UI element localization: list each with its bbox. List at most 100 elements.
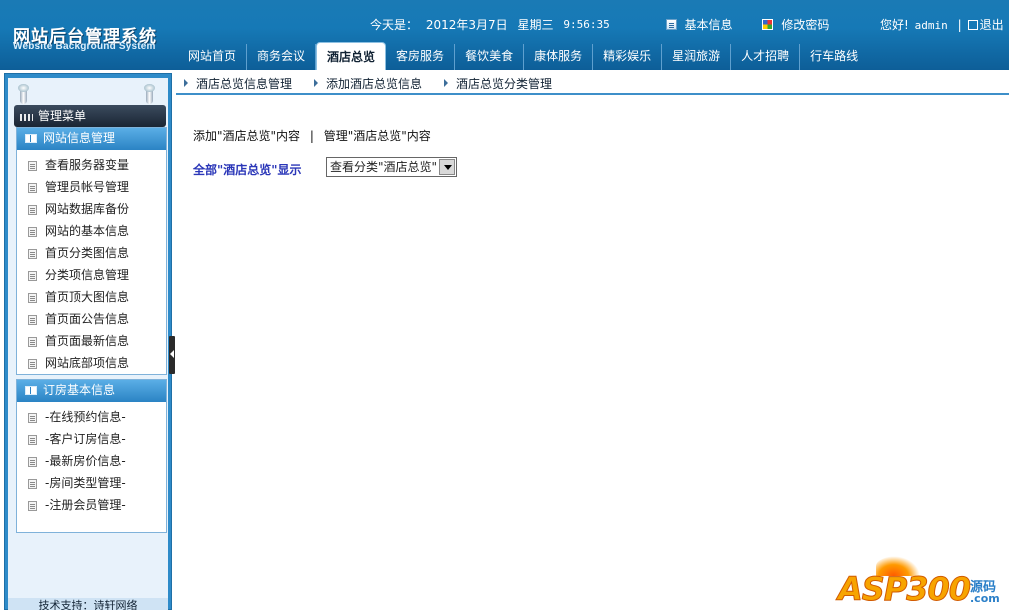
sidebar-item-label: -在线预约信息-	[45, 410, 126, 424]
sidebar-item-label: 分类项信息管理	[45, 268, 130, 282]
content-action-links: 添加"酒店总览"内容 | 管理"酒店总览"内容	[193, 127, 431, 144]
sidebar-item-site-basic-info[interactable]: 网站的基本信息	[17, 220, 166, 242]
basic-info-link[interactable]: 基本信息	[665, 17, 737, 32]
sidebar-item-label: 网站数据库备份	[45, 202, 130, 216]
page-icon	[28, 413, 37, 423]
sidebar-item-footer-info[interactable]: 网站底部项信息	[17, 352, 166, 374]
sidebar-toggle-handle[interactable]	[169, 336, 175, 374]
sidebar-item-label: 首页面最新信息	[45, 334, 130, 348]
page-icon	[28, 479, 37, 489]
watermark-logo: ASP300 源码 .com	[837, 556, 1008, 609]
clock-text: 9:56:35	[563, 18, 610, 31]
sidebar-item-members[interactable]: -注册会员管理-	[17, 494, 166, 516]
tab-home[interactable]: 网站首页	[178, 44, 248, 70]
user-greeting: 您好! admin | 退出	[880, 16, 1004, 33]
page-icon	[28, 183, 37, 193]
page-icon	[28, 359, 37, 369]
sidebar-item-customer-bookings[interactable]: -客户订房信息-	[17, 428, 166, 450]
sidebar-item-latest-info[interactable]: 首页面最新信息	[17, 330, 166, 352]
page-icon	[28, 315, 37, 325]
change-password-link[interactable]: 修改密码	[762, 17, 830, 32]
page-icon	[28, 337, 37, 347]
category-select[interactable]: 查看分类"酒店总览"	[326, 157, 457, 177]
sidebar-item-label: 网站的基本信息	[45, 224, 130, 238]
manage-content-link[interactable]: 管理"酒店总览"内容	[324, 129, 431, 143]
sidebar-item-label: -注册会员管理-	[45, 498, 126, 512]
sidebar-item-admin-accounts[interactable]: 管理员帐号管理	[17, 176, 166, 198]
page-icon	[28, 435, 37, 445]
group-title[interactable]: 网站信息管理	[17, 128, 166, 150]
change-password-label: 修改密码	[781, 18, 830, 32]
main-nav: 网站首页 商务会议 酒店总览 客房服务 餐饮美食 康体服务 精彩娱乐 星润旅游 …	[178, 42, 868, 70]
tab-dining[interactable]: 餐饮美食	[455, 44, 525, 70]
sidebar-panel: 管理菜单 网站信息管理 查看服务器变量 管理员帐号管理 网站数据库备份 网站的基…	[8, 78, 168, 610]
page-icon	[28, 249, 37, 259]
logout-button[interactable]: 退出	[962, 18, 1004, 32]
watermark-domain: .com	[970, 592, 1000, 605]
today-label: 今天是：	[370, 18, 419, 32]
grid-icon	[20, 111, 33, 121]
group-title-label: 网站信息管理	[43, 131, 116, 145]
tab-recruitment[interactable]: 人才招聘	[731, 44, 801, 70]
sidebar-item-label: 网站底部项信息	[45, 356, 130, 370]
tab-room-service[interactable]: 客房服务	[386, 44, 456, 70]
book-icon	[25, 386, 37, 395]
pin-icon	[144, 84, 155, 104]
sidebar-item-label: 首页面公告信息	[45, 312, 130, 326]
menu-header: 管理菜单	[14, 105, 166, 127]
page-icon	[28, 271, 37, 281]
menu-title: 管理菜单	[38, 109, 87, 123]
windows-icon	[762, 19, 774, 30]
sidebar-item-label: -最新房价信息-	[45, 454, 126, 468]
greeting-text: 您好	[880, 18, 905, 32]
group-booking-info: 订房基本信息 -在线预约信息- -客户订房信息- -最新房价信息- -房间类型管…	[16, 379, 167, 533]
sidebar-item-db-backup[interactable]: 网站数据库备份	[17, 198, 166, 220]
page-icon	[28, 501, 37, 511]
sidebar-item-label: 管理员帐号管理	[45, 180, 130, 194]
all-items-label: 全部"酒店总览"显示	[193, 163, 302, 177]
group-site-info: 网站信息管理 查看服务器变量 管理员帐号管理 网站数据库备份 网站的基本信息 首…	[16, 127, 167, 375]
sidebar-item-room-types[interactable]: -房间类型管理-	[17, 472, 166, 494]
sidebar-item-category-images[interactable]: 首页分类图信息	[17, 242, 166, 264]
sidebar-item-label: 首页分类图信息	[45, 246, 130, 260]
subnav-hotel-category-manage[interactable]: 酒店总览分类管理	[444, 75, 552, 92]
sidebar-item-label: 查看服务器变量	[45, 158, 130, 172]
chevron-down-icon	[439, 159, 455, 175]
group-title-label: 订房基本信息	[43, 383, 116, 397]
sidebar: 管理菜单 网站信息管理 查看服务器变量 管理员帐号管理 网站数据库备份 网站的基…	[4, 73, 172, 610]
tab-entertainment[interactable]: 精彩娱乐	[593, 44, 663, 70]
tab-hotel-overview[interactable]: 酒店总览	[316, 42, 387, 70]
page-icon	[28, 227, 37, 237]
link-divider: |	[309, 129, 314, 143]
sidebar-item-announcements[interactable]: 首页面公告信息	[17, 308, 166, 330]
document-icon	[665, 19, 677, 30]
date-text: 2012年3月7日	[425, 18, 508, 32]
sidebar-item-room-prices[interactable]: -最新房价信息-	[17, 450, 166, 472]
page-icon	[28, 457, 37, 467]
sidebar-item-category-manage[interactable]: 分类项信息管理	[17, 264, 166, 286]
logout-label: 退出	[979, 18, 1004, 32]
sidebar-item-online-reservations[interactable]: -在线预约信息-	[17, 406, 166, 428]
sidebar-item-label: -房间类型管理-	[45, 476, 126, 490]
app-subtitle: Website Background System	[13, 41, 156, 52]
username-text: admin	[914, 19, 948, 32]
subnav-hotel-info-manage[interactable]: 酒店总览信息管理	[184, 75, 292, 92]
subnav-add-hotel-info[interactable]: 添加酒店总览信息	[314, 75, 422, 92]
sub-nav-bar: 酒店总览信息管理 添加酒店总览信息 酒店总览分类管理	[176, 70, 1009, 95]
sidebar-item-top-banner[interactable]: 首页顶大图信息	[17, 286, 166, 308]
add-content-link[interactable]: 添加"酒店总览"内容	[193, 129, 300, 143]
header-bar: 网站后台管理系统 Website Background System 今天是： …	[0, 0, 1009, 70]
sidebar-item-label: 首页顶大图信息	[45, 290, 130, 304]
tab-travel[interactable]: 星润旅游	[662, 44, 732, 70]
basic-info-label: 基本信息	[684, 18, 733, 32]
page-icon	[28, 161, 37, 171]
tab-business-meeting[interactable]: 商务会议	[247, 44, 317, 70]
sidebar-item-label: -客户订房信息-	[45, 432, 126, 446]
sidebar-item-server-variables[interactable]: 查看服务器变量	[17, 154, 166, 176]
tab-driving-route[interactable]: 行车路线	[800, 44, 868, 70]
tab-fitness[interactable]: 康体服务	[524, 44, 594, 70]
watermark-text: ASP300	[837, 570, 971, 609]
group-title[interactable]: 订房基本信息	[17, 380, 166, 402]
page-icon	[28, 293, 37, 303]
page-icon	[28, 205, 37, 215]
